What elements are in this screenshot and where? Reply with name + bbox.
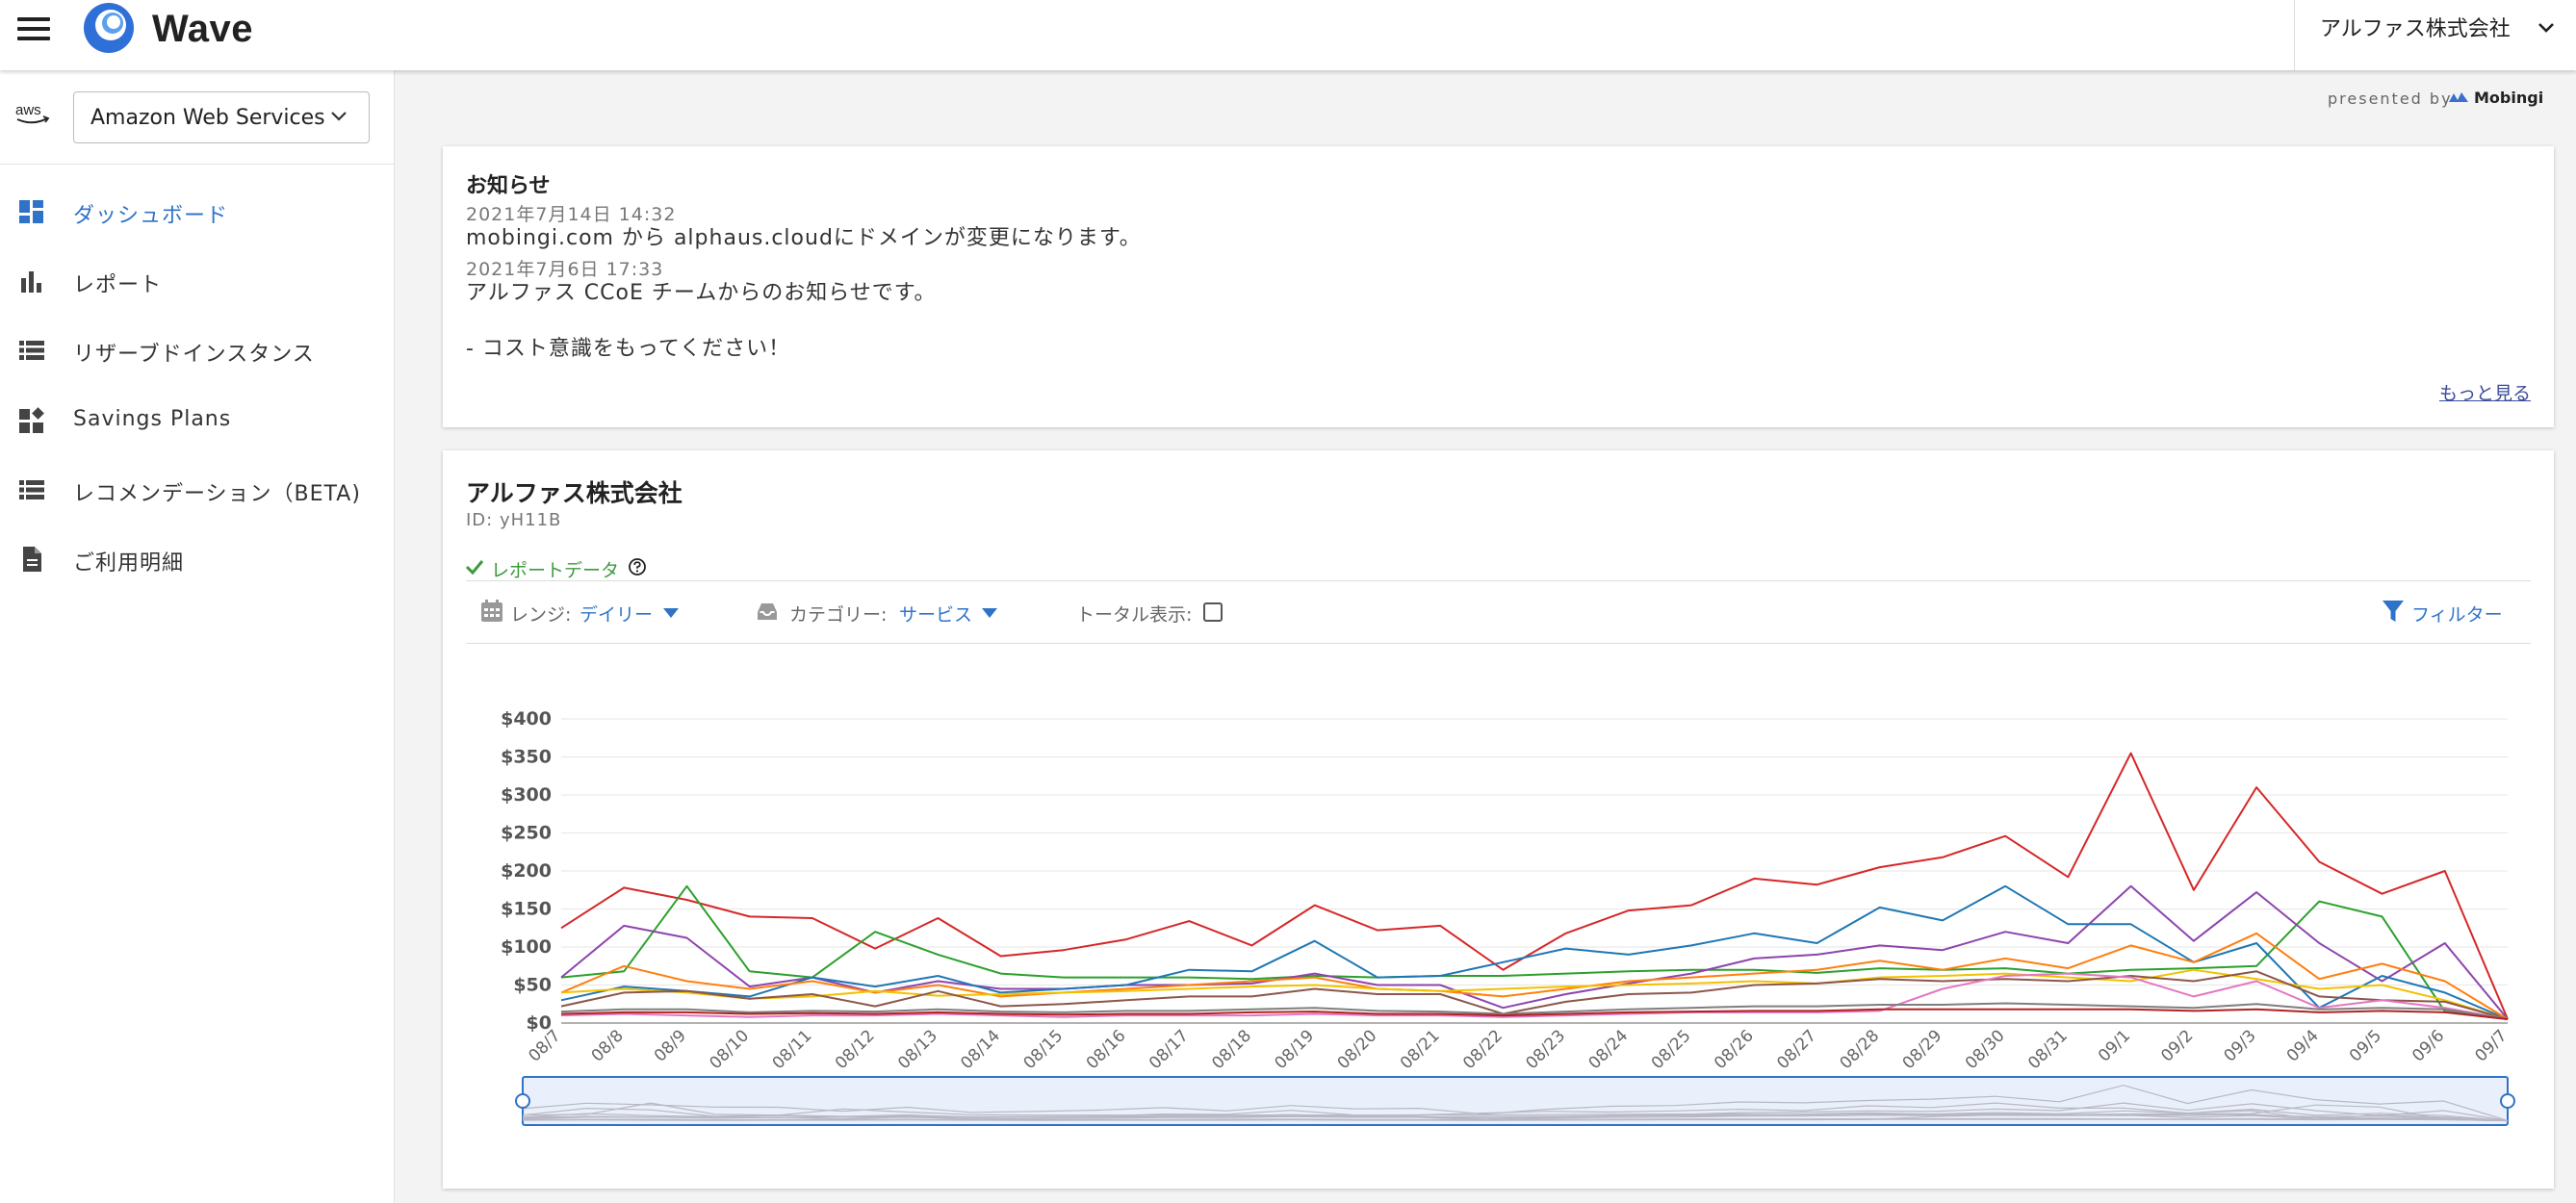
x-tick-label: 08/12: [832, 1026, 879, 1073]
range-selector[interactable]: [515, 1076, 2515, 1126]
more-link[interactable]: もっと見る: [2439, 379, 2531, 405]
x-tick-label: 09/4: [2283, 1026, 2323, 1065]
x-tick-label: 09/6: [2409, 1026, 2448, 1065]
y-tick-label: $400: [501, 708, 552, 729]
y-tick-label: $200: [501, 860, 552, 882]
x-tick-label: 09/7: [2471, 1026, 2511, 1065]
x-tick-label: 09/5: [2346, 1026, 2385, 1065]
x-tick-label: 08/30: [1962, 1026, 2009, 1073]
x-tick-label: 09/2: [2157, 1026, 2197, 1065]
notice-title: お知らせ: [466, 174, 551, 198]
series-line-1: [560, 752, 2509, 1020]
mobingi-logo-icon: [2449, 92, 2468, 102]
notice-body: - コスト意識をもってください！: [466, 337, 791, 361]
sidebar: aws Amazon Web Services ダッシュボード レポート リザー…: [0, 70, 395, 1203]
bar-chart-icon: [21, 271, 41, 293]
list-icon: [19, 341, 44, 360]
x-tick-label: 08/8: [588, 1026, 628, 1065]
cost-line-chart: $0$50$100$150$200$250$300$350$40008/7 08/…: [501, 708, 2515, 1126]
x-tick-label: 08/26: [1711, 1026, 1758, 1073]
sidebar-item-recommendations[interactable]: レコメンデーション（BETA): [0, 460, 394, 518]
x-tick-label: 08/11: [769, 1026, 816, 1073]
presented-by-label: presented by: [2328, 90, 2453, 108]
sidebar-item-label: レコメンデーション（BETA): [73, 482, 361, 506]
x-tick-label: 09/1: [2095, 1026, 2134, 1065]
x-tick-label: 08/22: [1459, 1026, 1507, 1073]
x-tick-label: 08/17: [1146, 1026, 1193, 1073]
dashboard-icon: [19, 200, 43, 223]
top-app-bar: Wave アルファス株式会社: [0, 0, 2576, 70]
sidebar-item-savings-plans[interactable]: Savings Plans: [0, 391, 394, 448]
sidebar-item-report[interactable]: レポート: [0, 251, 394, 309]
sidebar-item-reserved-instances[interactable]: リザーブドインスタンス: [0, 320, 394, 378]
organization-selector[interactable]: アルファス株式会社: [2294, 0, 2576, 70]
x-tick-label: 08/18: [1208, 1026, 1255, 1073]
x-tick-label: 08/13: [894, 1026, 941, 1073]
x-tick-label: 08/14: [957, 1026, 1004, 1073]
x-tick-label: 08/23: [1522, 1026, 1569, 1073]
x-tick-label: 09/3: [2220, 1026, 2259, 1065]
svg-text:aws: aws: [15, 102, 41, 118]
menu-icon[interactable]: [17, 17, 50, 44]
notice-card: お知らせ 2021年7月14日 14:32 mobingi.com から alp…: [443, 146, 2554, 427]
notice-body: アルファス CCoE チームからのお知らせです。: [466, 281, 937, 305]
cloud-provider-value: Amazon Web Services: [90, 106, 325, 130]
x-tick-label: 08/9: [651, 1026, 690, 1065]
y-tick-label: $150: [501, 899, 552, 920]
wave-logo-icon[interactable]: [81, 0, 137, 56]
x-tick-label: 08/29: [1899, 1026, 1946, 1073]
report-card: アルファス株式会社 ID: yH11B レポートデータ レンジ: デイリー カテ…: [443, 450, 2554, 1189]
x-tick-label: 08/10: [706, 1026, 753, 1073]
chevron-down-icon: [331, 112, 347, 121]
notice-body: mobingi.com から alphaus.cloudにドメインが変更になりま…: [466, 226, 1142, 250]
y-tick-label: $100: [501, 936, 552, 958]
list-icon: [19, 480, 44, 499]
y-tick-label: $250: [501, 823, 552, 844]
document-icon: [23, 547, 41, 572]
aws-logo-icon: aws: [15, 102, 50, 124]
x-tick-label: 08/28: [1836, 1026, 1883, 1073]
chevron-down-icon: [2538, 23, 2554, 33]
sidebar-item-label: レポート: [73, 273, 163, 297]
y-tick-label: $50: [513, 975, 552, 996]
x-tick-label: 08/16: [1083, 1026, 1130, 1073]
presented-by-brand: Mobingi: [2474, 89, 2544, 107]
sidebar-item-label: ご利用明細: [73, 551, 185, 576]
sidebar-item-dashboard[interactable]: ダッシュボード: [0, 182, 394, 240]
organization-name: アルファス株式会社: [2320, 17, 2511, 41]
y-tick-label: $350: [501, 747, 552, 768]
sidebar-item-label: Savings Plans: [73, 407, 232, 431]
x-tick-label: 08/31: [2024, 1026, 2072, 1073]
x-tick-label: 08/15: [1020, 1026, 1068, 1073]
x-tick-label: 08/21: [1397, 1026, 1444, 1073]
cloud-provider-select[interactable]: Amazon Web Services: [73, 91, 370, 143]
x-tick-label: 08/20: [1334, 1026, 1381, 1073]
x-tick-label: 08/25: [1648, 1026, 1695, 1073]
widgets-icon: [19, 407, 44, 433]
x-tick-label: 08/19: [1271, 1026, 1318, 1073]
brand-name: Wave: [152, 8, 254, 50]
sidebar-item-label: リザーブドインスタンス: [73, 343, 315, 367]
range-handle-right[interactable]: [2500, 1093, 2515, 1109]
y-tick-label: $300: [501, 784, 552, 806]
x-tick-label: 08/24: [1585, 1026, 1633, 1073]
sidebar-item-billing-details[interactable]: ご利用明細: [0, 529, 394, 587]
x-tick-label: 08/27: [1773, 1026, 1820, 1073]
range-handle-left[interactable]: [515, 1093, 530, 1109]
sidebar-item-label: ダッシュボード: [73, 204, 229, 228]
cloud-provider-row: aws Amazon Web Services: [0, 70, 394, 165]
